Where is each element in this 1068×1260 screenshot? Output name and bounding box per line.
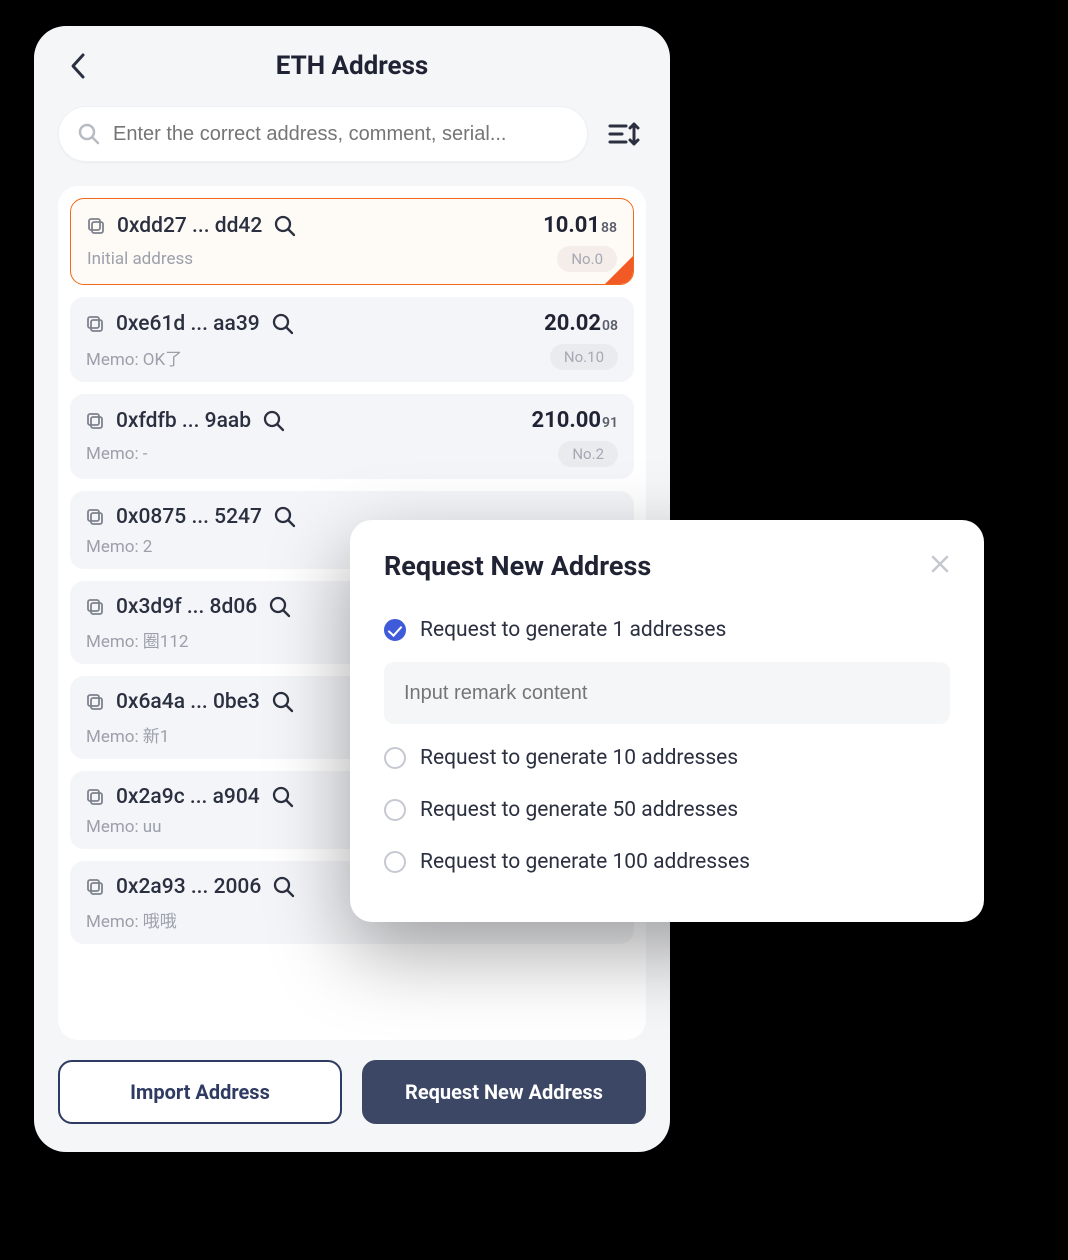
generate-option[interactable]: Request to generate 50 addresses <box>384 784 950 836</box>
import-address-button[interactable]: Import Address <box>58 1060 342 1124</box>
memo-text: Memo: - <box>86 444 148 464</box>
address-text: 0x0875 ... 5247 <box>116 505 262 529</box>
serial-badge: No.2 <box>558 441 618 467</box>
balance: 210.0091 <box>532 408 619 433</box>
address-text: 0xdd27 ... dd42 <box>117 214 262 238</box>
memo-text: Memo: 圈112 <box>86 627 188 652</box>
balance: 10.0188 <box>543 213 617 238</box>
address-text: 0x2a93 ... 2006 <box>116 875 261 899</box>
serial-badge: No.0 <box>557 246 617 272</box>
view-icon[interactable] <box>272 691 294 713</box>
address-text: 0x2a9c ... a904 <box>116 785 260 809</box>
memo-text: Memo: 2 <box>86 537 152 557</box>
option-label: Request to generate 1 addresses <box>420 618 726 642</box>
balance: 20.0208 <box>544 311 618 336</box>
search-box[interactable] <box>58 106 588 162</box>
generate-option[interactable]: Request to generate 10 addresses <box>384 732 950 784</box>
memo-text: Memo: 新1 <box>86 722 169 747</box>
copy-icon[interactable] <box>86 315 104 333</box>
request-new-address-modal: Request New Address Request to generate … <box>350 520 984 922</box>
copy-icon[interactable] <box>86 788 104 806</box>
request-new-address-button[interactable]: Request New Address <box>362 1060 646 1124</box>
option-label: Request to generate 50 addresses <box>420 798 738 822</box>
remark-input[interactable] <box>404 682 930 705</box>
address-text: 0x3d9f ... 8d06 <box>116 595 257 619</box>
option-label: Request to generate 10 addresses <box>420 746 738 770</box>
generate-option[interactable]: Request to generate 100 addresses <box>384 836 950 888</box>
address-text: 0xfdfb ... 9aab <box>116 409 251 433</box>
address-card[interactable]: 0xfdfb ... 9aab 210.0091 Memo: - No.2 <box>70 394 634 479</box>
memo-text: Initial address <box>87 249 193 269</box>
address-card[interactable]: 0xdd27 ... dd42 10.0188 Initial address No.… <box>70 198 634 285</box>
search-icon <box>77 122 101 146</box>
copy-icon[interactable] <box>87 217 105 235</box>
memo-text: Memo: uu <box>86 817 162 837</box>
radio-unchecked-icon[interactable] <box>384 747 406 769</box>
view-icon[interactable] <box>272 313 294 335</box>
search-row <box>34 94 670 170</box>
radio-checked-icon[interactable] <box>384 619 406 641</box>
back-button[interactable] <box>58 46 98 86</box>
option-label: Request to generate 100 addresses <box>420 850 750 874</box>
copy-icon[interactable] <box>86 412 104 430</box>
view-icon[interactable] <box>272 786 294 808</box>
close-button[interactable] <box>930 552 950 580</box>
page-title: ETH Address <box>34 51 670 81</box>
serial-badge: No.10 <box>550 344 618 370</box>
view-icon[interactable] <box>273 876 295 898</box>
view-icon[interactable] <box>274 506 296 528</box>
radio-unchecked-icon[interactable] <box>384 851 406 873</box>
copy-icon[interactable] <box>86 598 104 616</box>
search-input[interactable] <box>113 123 569 146</box>
memo-text: Memo: 哦哦 <box>86 907 177 932</box>
copy-icon[interactable] <box>86 693 104 711</box>
modal-header: Request New Address <box>384 550 950 582</box>
modal-title: Request New Address <box>384 550 651 582</box>
view-icon[interactable] <box>274 215 296 237</box>
sort-button[interactable] <box>602 112 646 156</box>
address-text: 0x6a4a ... 0be3 <box>116 690 260 714</box>
footer: Import Address Request New Address <box>34 1040 670 1152</box>
generate-option[interactable]: Request to generate 1 addresses <box>384 604 950 656</box>
copy-icon[interactable] <box>86 878 104 896</box>
remark-field[interactable] <box>384 662 950 724</box>
memo-text: Memo: OK了 <box>86 345 182 370</box>
view-icon[interactable] <box>263 410 285 432</box>
chevron-left-icon <box>69 52 87 80</box>
copy-icon[interactable] <box>86 508 104 526</box>
close-icon <box>930 554 950 574</box>
radio-unchecked-icon[interactable] <box>384 799 406 821</box>
address-text: 0xe61d ... aa39 <box>116 312 260 336</box>
address-card[interactable]: 0xe61d ... aa39 20.0208 Memo: OK了 No.10 <box>70 297 634 382</box>
view-icon[interactable] <box>269 596 291 618</box>
sort-icon <box>608 120 640 148</box>
header: ETH Address <box>34 26 670 94</box>
